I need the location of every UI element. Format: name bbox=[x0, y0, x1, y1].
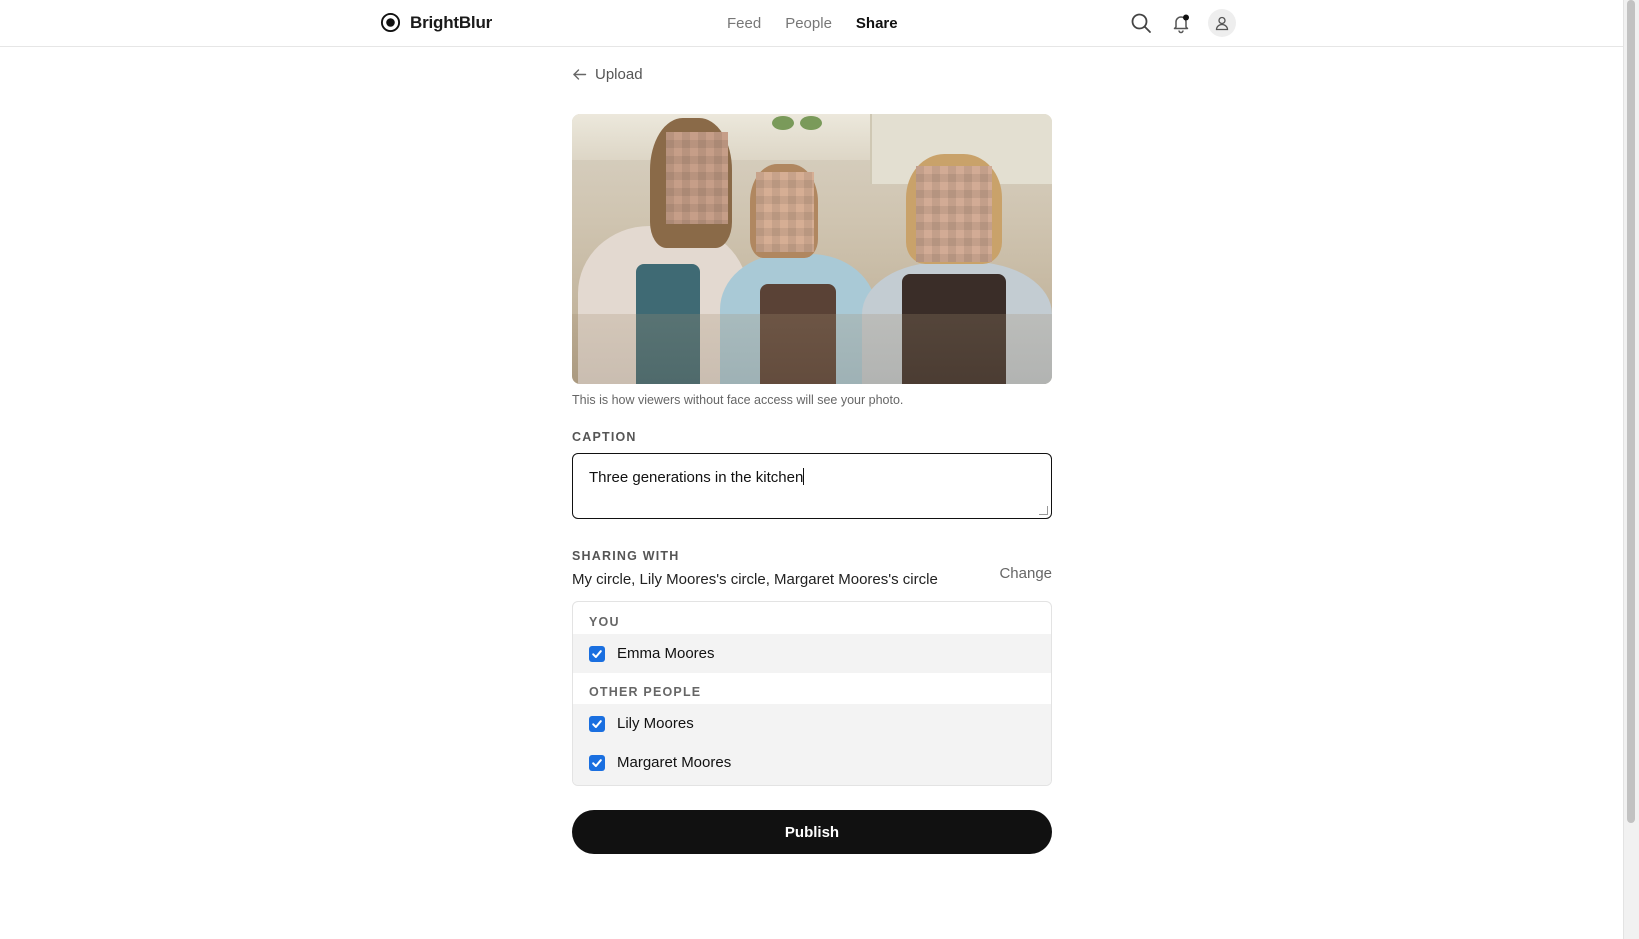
people-selection-list: YOU Emma Moores OTHER PEOPLE Lily Moores bbox=[572, 601, 1052, 786]
share-form: Upload This is how viewers without face … bbox=[572, 60, 1052, 854]
brightblur-logo-icon bbox=[380, 12, 401, 33]
group-label-you: YOU bbox=[589, 615, 620, 629]
nav-feed[interactable]: Feed bbox=[727, 15, 761, 32]
nav-share[interactable]: Share bbox=[856, 15, 898, 32]
caption-text: Three generations in the kitchen bbox=[589, 469, 804, 486]
checkmark-icon bbox=[592, 649, 602, 658]
person-row-lily-moores[interactable]: Lily Moores bbox=[573, 704, 1051, 743]
checkbox-checked[interactable] bbox=[589, 645, 605, 662]
main-nav: Feed People Share bbox=[727, 15, 898, 32]
other-people-rows: Lily Moores Margaret Moores bbox=[573, 704, 1051, 785]
account-button[interactable] bbox=[1208, 9, 1236, 37]
nav-people[interactable]: People bbox=[785, 15, 832, 32]
pixelated-face bbox=[666, 132, 728, 224]
person-name: Emma Moores bbox=[617, 645, 715, 662]
checkbox-checked[interactable] bbox=[589, 715, 605, 732]
caption-textarea[interactable]: Three generations in the kitchen bbox=[572, 453, 1052, 519]
person-name: Lily Moores bbox=[617, 715, 694, 732]
brand[interactable]: BrightBlur bbox=[380, 12, 492, 33]
notification-bell-icon bbox=[1173, 14, 1189, 34]
checkmark-icon bbox=[592, 719, 602, 728]
notifications-button[interactable] bbox=[1168, 10, 1194, 36]
checkmark-icon bbox=[592, 758, 602, 767]
photo-plant bbox=[800, 116, 822, 130]
arrow-left-icon bbox=[573, 68, 587, 80]
header-actions bbox=[1128, 9, 1236, 37]
scrollbar-thumb[interactable] bbox=[1627, 0, 1635, 823]
checkbox-checked[interactable] bbox=[589, 754, 605, 771]
back-to-upload-link[interactable]: Upload bbox=[572, 60, 1052, 88]
group-label-other-people: OTHER PEOPLE bbox=[573, 673, 1051, 704]
publish-button[interactable]: Publish bbox=[572, 810, 1052, 854]
brand-name: BrightBlur bbox=[410, 12, 493, 32]
sharing-label: SHARING WITH bbox=[572, 549, 680, 563]
text-caret bbox=[803, 468, 805, 485]
search-icon bbox=[1131, 13, 1151, 33]
textarea-resize-handle[interactable] bbox=[1039, 506, 1048, 515]
sharing-section: SHARING WITH My circle, Lily Moores's ci… bbox=[572, 549, 1052, 588]
person-row-emma-moores[interactable]: Emma Moores bbox=[573, 634, 1051, 673]
back-label: Upload bbox=[595, 65, 643, 83]
pixelated-face bbox=[756, 172, 814, 252]
top-navigation-bar: BrightBlur Feed People Share bbox=[0, 0, 1624, 47]
person-name: Margaret Moores bbox=[617, 754, 732, 771]
change-audience-button[interactable]: Change bbox=[999, 565, 1052, 582]
search-button[interactable] bbox=[1128, 10, 1154, 36]
photo-plant bbox=[772, 116, 794, 130]
photo-visibility-note: This is how viewers without face access … bbox=[572, 393, 904, 407]
page-scrollbar[interactable] bbox=[1623, 0, 1639, 939]
pixelated-face bbox=[916, 166, 992, 262]
caption-label: CAPTION bbox=[572, 430, 637, 444]
sharing-audience: My circle, Lily Moores's circle, Margare… bbox=[572, 571, 938, 588]
photo-counter bbox=[572, 314, 1052, 384]
user-account-icon bbox=[1215, 16, 1229, 31]
person-row-margaret-moores[interactable]: Margaret Moores bbox=[573, 743, 1051, 782]
photo-preview bbox=[572, 114, 1052, 384]
